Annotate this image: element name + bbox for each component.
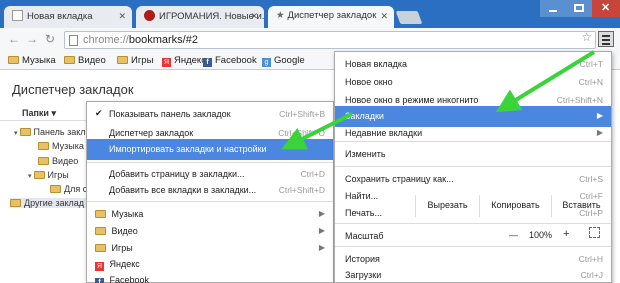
page-title: Диспетчер закладок	[12, 82, 134, 97]
submenu-arrow-icon: ▶	[318, 226, 325, 235]
submenu-arrow-icon: ▶	[318, 243, 325, 252]
zoom-label: Масштаб	[345, 231, 384, 241]
submenu-arrow-icon: ▶	[596, 128, 603, 137]
menu-item-facebook[interactable]: f Facebook	[87, 270, 333, 283]
menu-item-add-all-tabs[interactable]: Добавить все вкладки в закладки... Ctrl+S…	[87, 180, 333, 201]
tab-label: Новая вкладка	[27, 11, 93, 22]
bookmarks-submenu: ✔ Показывать панель закладок Ctrl+Shift+B …	[86, 101, 334, 283]
divider	[0, 120, 100, 121]
minimize-button[interactable]	[540, 0, 566, 17]
close-icon[interactable]: ✕	[380, 11, 388, 22]
check-icon: ✔	[95, 108, 103, 118]
submenu-arrow-icon: ▶	[318, 209, 325, 218]
facebook-icon: f	[203, 58, 212, 67]
url-scheme: chrome://	[83, 34, 129, 46]
menu-separator	[335, 223, 611, 224]
menu-separator	[335, 246, 611, 247]
zoom-value: 100%	[529, 230, 553, 240]
folder-icon	[8, 56, 19, 64]
close-window-button[interactable]: ✕	[592, 0, 620, 17]
menu-item-print[interactable]: Печать... Ctrl+P	[335, 203, 611, 224]
folder-icon	[33, 171, 45, 179]
edit-row-label: Изменить	[345, 149, 386, 159]
tab-label: Диспетчер закладок	[287, 10, 377, 21]
folder-icon	[117, 56, 128, 64]
expand-arrow-icon: ▾	[14, 130, 18, 137]
zoom-in-button[interactable]: +	[563, 228, 569, 240]
google-icon: g	[262, 58, 271, 67]
maximize-button[interactable]	[566, 0, 592, 17]
toolbar: ← → ↻ chrome://bookmarks/#2	[0, 28, 620, 51]
bookmark-yandex[interactable]: Я Яндекс	[162, 55, 206, 67]
tab-new-tab[interactable]: Новая вкладка ✕	[4, 6, 132, 28]
bookmark-facebook[interactable]: f Facebook	[203, 55, 257, 67]
folder-icon	[95, 227, 106, 235]
tree-item-games[interactable]: ▾ Игры	[28, 170, 69, 180]
page-icon	[69, 35, 78, 46]
menu-item-show-bookmarks-bar[interactable]: ✔ Показывать панель закладок Ctrl+Shift+B	[87, 104, 333, 125]
menu-separator	[335, 166, 611, 167]
tab-bookmark-manager[interactable]: ★ Диспетчер закладок ✕	[268, 6, 394, 28]
tab-strip: Новая вкладка ✕ ИГРОМАНИЯ. Новые и... ✕ …	[0, 0, 620, 28]
facebook-icon: f	[95, 278, 104, 283]
forward-icon[interactable]: →	[26, 32, 38, 46]
reload-icon[interactable]: ↻	[45, 32, 55, 46]
igromania-icon	[144, 10, 155, 21]
tree-item-music[interactable]: Музыка	[38, 141, 84, 151]
folder-icon	[95, 244, 106, 252]
yandex-icon: Я	[162, 58, 171, 67]
folder-icon	[38, 157, 49, 165]
tab-label: ИГРОМАНИЯ. Новые и...	[159, 11, 264, 22]
address-bar[interactable]: chrome://bookmarks/#2	[64, 31, 596, 49]
close-icon[interactable]: ✕	[250, 11, 258, 22]
url-path: bookmarks/#2	[128, 34, 198, 46]
folder-icon	[19, 128, 31, 136]
tree-item-other-bookmarks[interactable]: Другие заклад	[10, 198, 90, 208]
menu-item-import-bookmarks[interactable]: Импортировать закладки и настройки	[87, 139, 333, 160]
star-icon: ★	[276, 10, 285, 21]
bookmark-folder-video[interactable]: Видео	[64, 55, 106, 66]
back-icon[interactable]: ←	[8, 32, 20, 46]
menu-separator	[87, 201, 333, 202]
folder-icon	[38, 142, 49, 150]
folder-icon	[64, 56, 75, 64]
expand-arrow-icon: ▾	[28, 173, 32, 180]
folder-icon	[95, 210, 106, 218]
bookmark-google[interactable]: g Google	[262, 55, 305, 67]
page-icon	[12, 10, 23, 21]
new-tab-button[interactable]	[395, 11, 423, 24]
folder-icon	[50, 185, 61, 193]
zoom-row: Масштаб	[335, 226, 611, 247]
bookmark-star-icon[interactable]: ☆	[581, 30, 592, 44]
bookmark-folder-games[interactable]: Игры	[117, 55, 153, 66]
chrome-menu-button[interactable]	[598, 31, 614, 47]
submenu-arrow-icon: ▶	[596, 111, 603, 120]
close-icon[interactable]: ✕	[118, 11, 126, 22]
menu-separator	[87, 162, 333, 163]
zoom-out-button[interactable]: —	[509, 230, 518, 240]
tree-item-bookmarks-bar[interactable]: ▾ Панель заклад	[14, 127, 96, 137]
menu-item-downloads[interactable]: Загрузки Ctrl+J	[335, 265, 611, 283]
chrome-main-menu: Новая вкладка Ctrl+T Новое окно Ctrl+N Нов…	[334, 51, 612, 283]
tree-item-video[interactable]: Видео	[38, 156, 78, 166]
folder-icon	[10, 199, 21, 207]
fullscreen-icon[interactable]	[589, 227, 600, 238]
menu-separator	[335, 141, 611, 142]
folders-dropdown[interactable]: Папки ▾	[22, 108, 56, 119]
bookmark-folder-music[interactable]: Музыка	[8, 55, 56, 66]
tab-igromania[interactable]: ИГРОМАНИЯ. Новые и... ✕	[136, 6, 264, 28]
